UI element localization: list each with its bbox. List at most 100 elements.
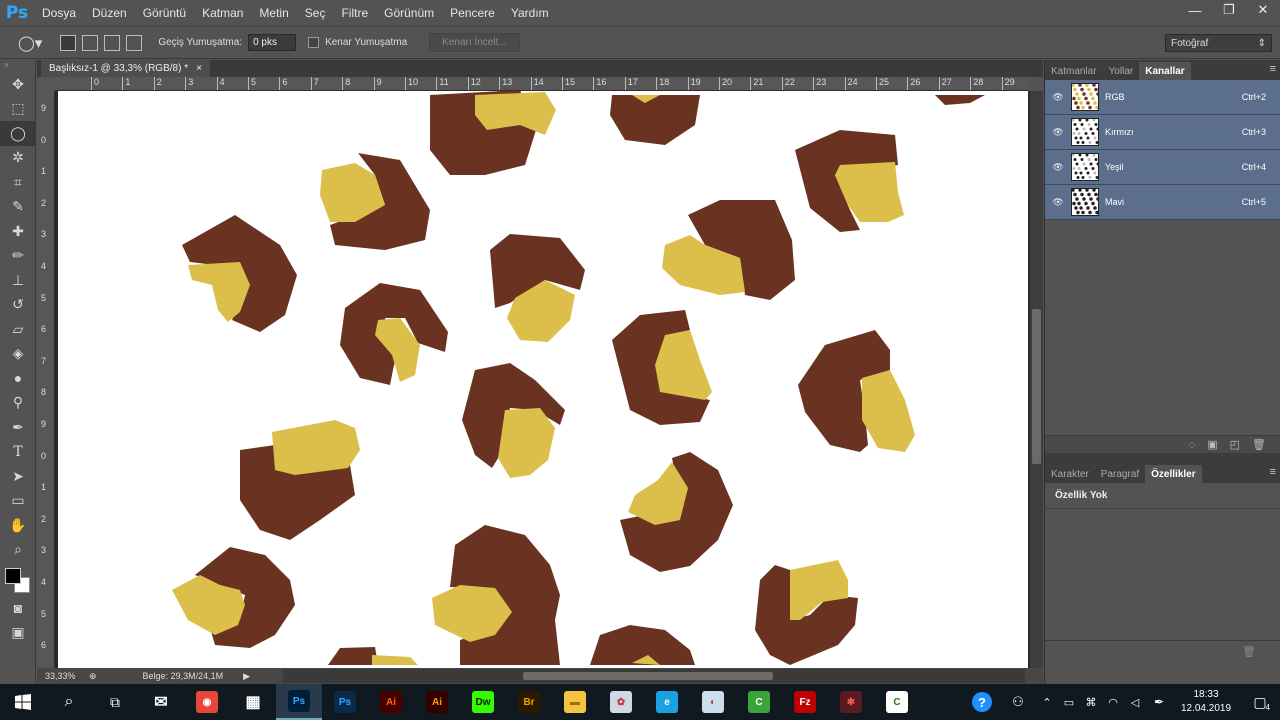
chrome-icon[interactable]: ◉: [184, 684, 230, 720]
collapse-icon[interactable]: »: [0, 60, 35, 72]
clone-stamp-icon[interactable]: ⊥: [0, 268, 36, 293]
horizontal-scrollbar[interactable]: [283, 669, 1025, 683]
tray-expand-icon[interactable]: ⌃: [1036, 684, 1058, 720]
rectangle-tool-icon[interactable]: ▭: [0, 489, 36, 514]
menu-item[interactable]: Dosya: [34, 6, 84, 20]
paint-icon[interactable]: ✿: [598, 684, 644, 720]
bridge-icon[interactable]: Br: [506, 684, 552, 720]
menu-item[interactable]: Katman: [194, 6, 251, 20]
app-icon[interactable]: ✱: [828, 684, 874, 720]
windows-start-icon[interactable]: [0, 684, 46, 720]
menu-item[interactable]: Filtre: [333, 6, 376, 20]
menu-item[interactable]: Pencere: [442, 6, 503, 20]
add-selection-icon[interactable]: [82, 34, 99, 51]
screen-mode-icon[interactable]: ▣: [0, 621, 36, 646]
delete-channel-icon[interactable]: 🗑: [1252, 438, 1266, 451]
properties-menu-icon[interactable]: ≡: [1270, 466, 1276, 478]
network-icon[interactable]: ⌘: [1080, 684, 1102, 720]
photoshop-alt-icon[interactable]: Ps: [322, 684, 368, 720]
history-brush-icon[interactable]: ↺: [0, 293, 36, 318]
zoom-tool-icon[interactable]: ⌕: [0, 538, 36, 563]
menu-item[interactable]: Görüntü: [135, 6, 194, 20]
properties-delete-icon[interactable]: 🗑: [1242, 646, 1256, 658]
menu-item[interactable]: Yardım: [503, 6, 557, 20]
panel-tab[interactable]: Paragraf: [1095, 465, 1145, 483]
task-view-icon[interactable]: ⧉: [92, 684, 138, 720]
status-arrow-icon[interactable]: ▶: [243, 671, 250, 682]
path-selection-icon[interactable]: ➤: [0, 464, 36, 489]
vertical-scrollbar[interactable]: [1030, 91, 1043, 668]
channel-row[interactable]: 👁 RGB Ctrl+2: [1045, 80, 1280, 115]
panel-menu-icon[interactable]: ≡: [1270, 63, 1276, 75]
horizontal-scroll-thumb[interactable]: [523, 672, 773, 680]
filezilla-icon[interactable]: Fz: [782, 684, 828, 720]
move-tool-icon[interactable]: ✥: [0, 72, 36, 97]
quick-mask-icon[interactable]: ◙: [0, 596, 36, 621]
visibility-eye-icon[interactable]: 👁: [1045, 127, 1071, 138]
help-icon[interactable]: ?: [964, 684, 1000, 720]
brush-tool-icon[interactable]: ✏: [0, 244, 36, 269]
antialias-checkbox[interactable]: [308, 37, 320, 48]
type-tool-icon[interactable]: T: [0, 440, 36, 465]
clock[interactable]: 18:33 12.04.2019: [1172, 688, 1240, 716]
document-canvas[interactable]: [58, 91, 1028, 668]
menu-item[interactable]: Düzen: [84, 6, 135, 20]
hand-tool-icon[interactable]: ✋: [0, 513, 36, 538]
load-selection-icon[interactable]: ◌: [1189, 439, 1196, 451]
menu-item[interactable]: Seç: [297, 6, 334, 20]
battery-icon[interactable]: ▭: [1058, 684, 1080, 720]
search-icon[interactable]: ⌕: [46, 684, 92, 720]
menu-item[interactable]: Metin: [251, 6, 296, 20]
lasso-tool-icon[interactable]: ◯: [0, 121, 36, 146]
camtasia-recorder-icon[interactable]: C: [874, 684, 920, 720]
minimize-button[interactable]: —: [1178, 0, 1212, 20]
notification-icon[interactable]: ▢ 4: [1240, 684, 1280, 720]
channel-row[interactable]: 👁 Yeşil Ctrl+4: [1045, 150, 1280, 185]
save-selection-icon[interactable]: ▣: [1207, 438, 1217, 451]
eraser-tool-icon[interactable]: ▱: [0, 317, 36, 342]
folder-icon[interactable]: ▬: [552, 684, 598, 720]
camtasia-icon[interactable]: C: [736, 684, 782, 720]
wifi-icon[interactable]: ◠: [1102, 684, 1124, 720]
panel-tab[interactable]: Kanallar: [1139, 62, 1191, 80]
crop-tool-icon[interactable]: ⌗: [0, 170, 36, 195]
status-menu-icon[interactable]: ⊕: [89, 671, 97, 682]
dreamweaver-icon[interactable]: Dw: [460, 684, 506, 720]
lasso-preset-icon[interactable]: ◯▾: [18, 34, 42, 52]
feather-input[interactable]: [248, 34, 297, 51]
foreground-color-swatch[interactable]: [5, 568, 21, 584]
healing-brush-icon[interactable]: ✚: [0, 219, 36, 244]
illustrator-icon[interactable]: Ai: [414, 684, 460, 720]
menu-item[interactable]: Görünüm: [376, 6, 442, 20]
visibility-eye-icon[interactable]: 👁: [1045, 162, 1071, 173]
pen-tool-icon[interactable]: ✒: [0, 415, 36, 440]
close-button[interactable]: ✕: [1246, 0, 1280, 20]
new-selection-icon[interactable]: [60, 34, 77, 51]
restore-button[interactable]: ❐: [1212, 0, 1246, 20]
subtract-selection-icon[interactable]: [104, 34, 121, 51]
dodge-tool-icon[interactable]: ⚲: [0, 391, 36, 416]
animate-icon[interactable]: Ai: [368, 684, 414, 720]
visibility-eye-icon[interactable]: 👁: [1045, 197, 1071, 208]
intersect-selection-icon[interactable]: [126, 34, 143, 51]
blur-tool-icon[interactable]: ●: [0, 366, 36, 391]
photoshop-icon[interactable]: Ps: [276, 684, 322, 720]
volume-icon[interactable]: ◁: [1124, 684, 1146, 720]
calculator-icon[interactable]: ▦: [230, 684, 276, 720]
panel-tab[interactable]: Yollar: [1103, 62, 1140, 80]
magic-wand-tool-icon[interactable]: ✲: [0, 146, 36, 171]
marquee-tool-icon[interactable]: ⬚: [0, 97, 36, 122]
zoom-level[interactable]: 33,33%: [45, 671, 83, 681]
new-channel-icon[interactable]: ◰: [1230, 438, 1240, 451]
pen-workspace-icon[interactable]: ✒: [1146, 684, 1172, 720]
refine-edge-button[interactable]: Kenarı İncelt...: [429, 33, 520, 52]
mail-icon[interactable]: ✉: [138, 684, 184, 720]
panel-tab[interactable]: Özellikler: [1145, 465, 1202, 483]
channel-row[interactable]: 👁 Kırmızı Ctrl+3: [1045, 115, 1280, 150]
visibility-eye-icon[interactable]: 👁: [1045, 92, 1071, 103]
panel-tab[interactable]: Katmanlar: [1045, 62, 1103, 80]
people-icon[interactable]: ⚇: [1000, 684, 1036, 720]
edge-icon[interactable]: e: [644, 684, 690, 720]
palette-icon[interactable]: ◐: [690, 684, 736, 720]
document-tab[interactable]: Başlıksız-1 @ 33,3% (RGB/8) * ×: [41, 60, 210, 77]
